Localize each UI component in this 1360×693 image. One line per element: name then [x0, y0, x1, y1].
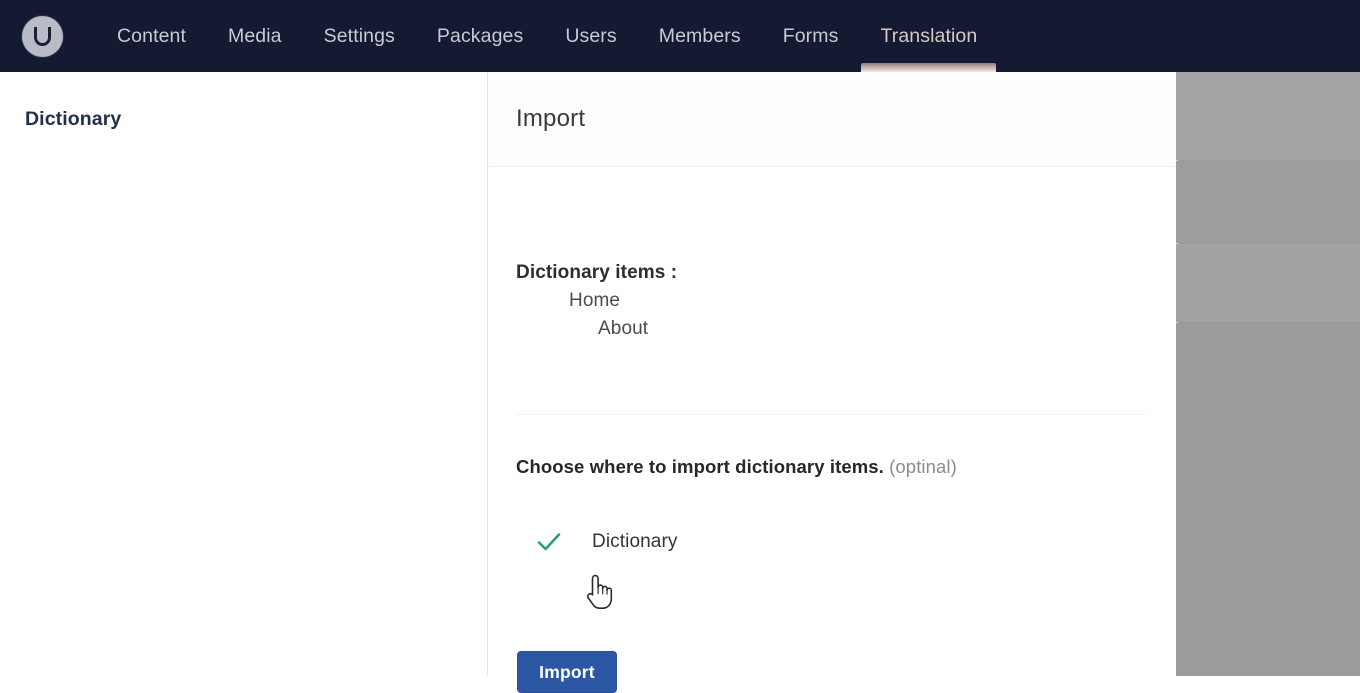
import-button[interactable]: Import — [517, 651, 617, 693]
nav-item-forms[interactable]: Forms — [762, 0, 860, 72]
nav-item-content[interactable]: Content — [96, 0, 207, 72]
top-navigation-bar: Content Media Settings Packages Users Me… — [0, 0, 1360, 72]
import-target-dictionary[interactable]: Dictionary — [536, 529, 677, 555]
nav-item-label: Media — [228, 24, 282, 47]
nav-item-label: Translation — [880, 24, 978, 47]
choose-target-label: Choose where to import dictionary items.… — [516, 456, 957, 478]
nav-item-translation[interactable]: Translation — [859, 0, 998, 72]
nav-item-label: Forms — [782, 24, 839, 47]
overlay-band — [1176, 323, 1360, 676]
overlay-band — [1176, 244, 1360, 322]
page-title: Import — [516, 105, 586, 132]
list-item: About — [598, 318, 649, 339]
choose-target-optional: (optinal) — [889, 456, 957, 477]
nav-item-list: Content Media Settings Packages Users Me… — [96, 0, 998, 72]
nav-item-media[interactable]: Media — [207, 0, 303, 72]
nav-item-label: Settings — [323, 24, 395, 47]
nav-item-members[interactable]: Members — [638, 0, 762, 72]
active-tab-indicator — [861, 63, 997, 72]
import-panel-header: Import — [489, 72, 1175, 167]
section-divider — [516, 414, 1146, 415]
overlay-band — [1176, 161, 1360, 243]
umbraco-logo-u-shape — [34, 27, 51, 46]
tree-sidebar: Dictionary — [0, 72, 488, 676]
choose-target-text: Choose where to import dictionary items. — [516, 456, 884, 477]
list-item: Home — [569, 290, 621, 311]
nav-item-label: Content — [117, 24, 186, 47]
nav-item-label: Members — [658, 24, 741, 47]
nav-item-label: Users — [565, 24, 617, 47]
dictionary-items-label: Dictionary items : — [516, 262, 678, 283]
green-check-icon — [536, 529, 562, 555]
import-panel-body: Dictionary items : Home About Choose whe… — [489, 167, 1175, 693]
nav-item-label: Packages — [436, 24, 524, 47]
nav-item-packages[interactable]: Packages — [416, 0, 544, 72]
sidebar-item-dictionary[interactable]: Dictionary — [25, 108, 121, 131]
dimmed-background-overlay — [1176, 72, 1360, 676]
nav-item-settings[interactable]: Settings — [303, 0, 416, 72]
import-target-label: Dictionary — [592, 531, 678, 552]
umbraco-backoffice: Content Media Settings Packages Users Me… — [0, 0, 1360, 693]
import-panel: Import Dictionary items : Home About Cho… — [489, 72, 1175, 693]
umbraco-logo-icon[interactable] — [22, 16, 63, 57]
nav-item-users[interactable]: Users — [544, 0, 637, 72]
overlay-band — [1176, 72, 1360, 160]
